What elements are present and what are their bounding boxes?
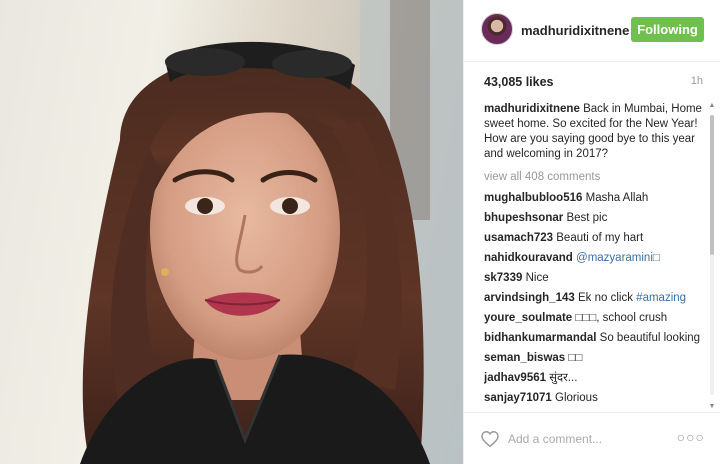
post-header: madhuridixitnene Following (464, 0, 720, 62)
comment-text: Ek no click #amazing (577, 292, 687, 304)
scroll-down-arrow-icon[interactable]: ▼ (707, 402, 717, 412)
comment-text: So beautiful looking (599, 332, 701, 344)
add-comment-input[interactable] (508, 429, 668, 449)
post-photo[interactable] (0, 0, 463, 464)
caption-username[interactable]: madhuridixitnene (484, 103, 580, 115)
likes-row: 43,085 likes 1h (484, 75, 703, 91)
comment-username[interactable]: jadhav9561 (484, 372, 546, 384)
portrait-illustration (80, 0, 463, 464)
comment-username[interactable]: youre_soulmate (484, 312, 572, 324)
comment-username[interactable]: sk7339 (484, 272, 522, 284)
comment-row: bhupeshsonar Best pic (484, 211, 704, 226)
heart-icon[interactable] (481, 431, 499, 447)
comment-username[interactable]: mughalbubloo516 (484, 192, 582, 204)
comment-row: arvindsingh_143 Ek no click #amazing (484, 291, 704, 306)
comment-username[interactable]: bhupeshsonar (484, 212, 563, 224)
comment-row: bidhankumarmandal So beautiful looking (484, 331, 704, 346)
comment-row: mughalbubloo516 Masha Allah (484, 191, 704, 206)
post-caption: madhuridixitnene Back in Mumbai, Home sw… (484, 102, 704, 162)
comment-row: sanjay71071 Glorious (484, 391, 704, 406)
scroll-up-arrow-icon[interactable]: ▲ (707, 101, 717, 111)
comment-text: □□ (568, 352, 583, 364)
comment-username[interactable]: usamach723 (484, 232, 553, 244)
instagram-post: madhuridixitnene Following 43,085 likes … (0, 0, 720, 464)
post-time[interactable]: 1h (691, 75, 703, 87)
comment-username[interactable]: nahidkouravand (484, 252, 573, 264)
comment-text: Nice (525, 272, 549, 284)
comment-row: nahidkouravand @mazyaramini□ (484, 251, 704, 266)
comment-text: @mazyaramini□ (576, 252, 660, 264)
comment-username[interactable]: arvindsingh_143 (484, 292, 575, 304)
author-avatar[interactable] (481, 13, 513, 45)
scrollbar-thumb[interactable] (710, 115, 714, 255)
comment-username[interactable]: bidhankumarmandal (484, 332, 596, 344)
view-all-comments-link[interactable]: view all 408 comments (484, 170, 704, 185)
comments-scrollbar[interactable]: ▲ ▼ (707, 101, 717, 412)
author-username[interactable]: madhuridixitnene (521, 23, 629, 38)
comment-row: jadhav9561 सुंदर... (484, 371, 704, 386)
post-actions-bar: ○○○ (464, 412, 720, 464)
comment-row: sk7339 Nice (484, 271, 704, 286)
comments-list: madhuridixitnene Back in Mumbai, Home sw… (484, 102, 704, 412)
more-options-icon[interactable]: ○○○ (677, 429, 705, 445)
comment-text: सुंदर... (549, 372, 578, 384)
comment-row: youre_soulmate □□□, school crush (484, 311, 704, 326)
comment-text: Masha Allah (585, 192, 649, 204)
comment-username[interactable]: sanjay71071 (484, 392, 552, 404)
following-button[interactable]: Following (631, 17, 704, 42)
comment-text: Glorious (555, 392, 598, 404)
comment-username[interactable]: seman_biswas (484, 352, 565, 364)
comment-row: usamach723 Beauti of my hart (484, 231, 704, 246)
comment-row: seman_biswas □□ (484, 351, 704, 366)
comment-text: Best pic (566, 212, 608, 224)
comment-text: Beauti of my hart (556, 232, 644, 244)
likes-count[interactable]: 43,085 likes (484, 75, 554, 89)
post-sidebar: madhuridixitnene Following 43,085 likes … (463, 0, 720, 464)
comment-text: □□□, school crush (575, 312, 668, 324)
